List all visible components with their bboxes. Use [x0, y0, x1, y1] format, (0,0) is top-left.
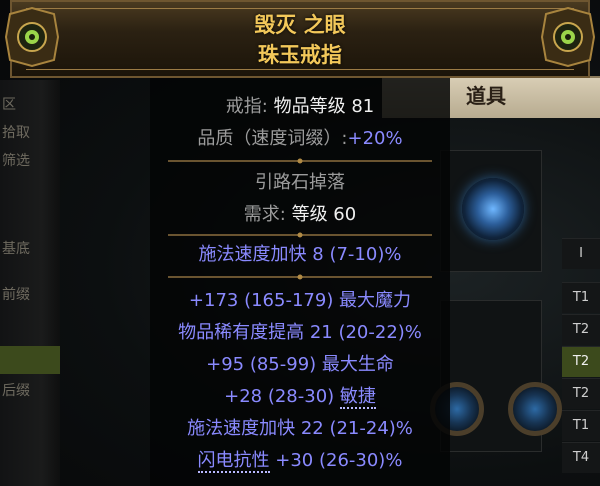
explicit-mod: 施法速度加快 22 (21-24)% — [187, 418, 413, 439]
keyword-lightning-resistance[interactable]: 闪电抗性 — [197, 450, 270, 473]
quality-value: +20% — [347, 128, 403, 149]
explicit-mod: 物品稀有度提高 21 (20-22)% — [178, 322, 422, 343]
left-label: 筛选 — [2, 153, 30, 169]
separator — [168, 158, 432, 164]
explicit-mod: 闪电抗性 +30 (26-30)% — [197, 450, 403, 473]
explicit-mod: +95 (85-99) 最大生命 — [206, 354, 394, 375]
item-class-line: 戒指: 物品等级 81 — [0, 92, 600, 118]
requirement-label: 需求: — [243, 204, 286, 225]
explicit-mod: +28 (28-30) 敏捷 — [224, 386, 376, 409]
requirement-value: 等级 60 — [291, 204, 357, 225]
class-label: 戒指: — [225, 96, 268, 117]
item-name: 毁灭 之眼 — [254, 12, 346, 37]
requirement-line: 需求: 等级 60 — [0, 200, 600, 226]
implicit-mod: 施法速度加快 8 (7-10)% — [198, 244, 402, 265]
quality-line: 品质（速度词缀）:+20% — [0, 124, 600, 150]
keyword-dexterity[interactable]: 敏捷 — [339, 386, 376, 409]
drop-info: 引路石掉落 — [255, 172, 345, 193]
quality-label: 品质（速度词缀）: — [197, 128, 348, 149]
explicit-mod: +173 (165-179) 最大魔力 — [188, 290, 412, 311]
separator — [168, 274, 432, 280]
separator — [168, 232, 432, 238]
item-level-value: 81 — [351, 96, 375, 117]
item-level-label: 物品等级 — [273, 96, 346, 117]
item-base-type: 珠玉戒指 — [258, 42, 342, 67]
